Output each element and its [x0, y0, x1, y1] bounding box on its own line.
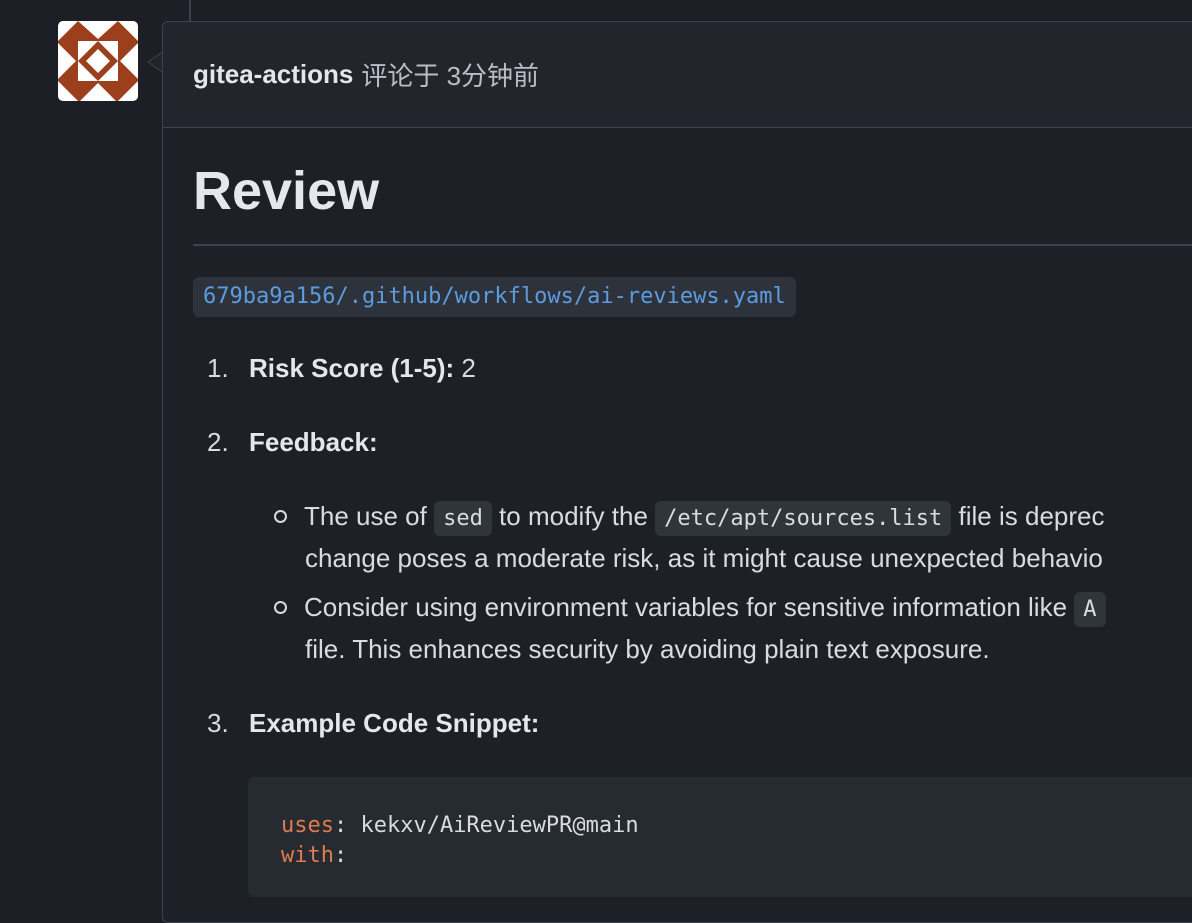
bullet-circle-icon — [274, 600, 287, 614]
feedback-label: Feedback: — [249, 427, 378, 457]
bullet-text: file. This enhances security by avoiding… — [305, 634, 990, 664]
bullet-text: change poses a moderate risk, as it migh… — [305, 543, 1103, 573]
inline-code: /etc/apt/sources.list — [655, 501, 952, 536]
list-number: 3. — [207, 708, 229, 738]
risk-score-label: Risk Score (1-5): — [249, 353, 455, 383]
bullet-text: file is deprec — [951, 501, 1105, 531]
comment-timestamp[interactable]: 评论于 3分钟前 — [361, 56, 539, 93]
example-code-label: Example Code Snippet: — [249, 708, 540, 738]
list-number: 2. — [207, 427, 229, 457]
timeline-line — [189, 0, 191, 22]
list-number: 1. — [207, 353, 229, 383]
list-item-feedback: 2. Feedback: — [207, 421, 378, 463]
code-key: uses — [281, 813, 334, 838]
comment-header: gitea-actions 评论于 3分钟前 — [163, 22, 1192, 128]
feedback-bullet-1: The use of sed to modify the /etc/apt/so… — [274, 495, 1104, 540]
comment-author[interactable]: gitea-actions — [193, 59, 353, 90]
feedback-bullet-2: Consider using environment variables for… — [274, 586, 1106, 631]
code-key: with — [281, 843, 334, 868]
bullet-circle-icon — [274, 509, 287, 523]
inline-code: sed — [434, 501, 492, 536]
inline-code: A — [1074, 592, 1106, 627]
feedback-bullet-1-line-2: change poses a moderate risk, as it migh… — [305, 537, 1103, 579]
code-text: : kekxv/AiReviewPR@main — [333, 813, 639, 838]
list-item-risk-score: 1. Risk Score (1-5): 2 — [207, 347, 476, 389]
comment-body: Review 679ba9a156/.github/workflows/ai-r… — [163, 128, 1192, 317]
list-item-example-code: 3. Example Code Snippet: — [207, 702, 539, 744]
review-title: Review — [193, 128, 1192, 246]
bullet-text: Consider using environment variables for… — [304, 592, 1075, 622]
code-snippet-block: uses: kekxv/AiReviewPR@main with: — [248, 777, 1192, 897]
bullet-text: The use of — [304, 501, 435, 531]
bullet-text: to modify the — [491, 501, 656, 531]
file-reference-link[interactable]: 679ba9a156/.github/workflows/ai-reviews.… — [193, 277, 796, 317]
code-text: : — [333, 843, 348, 868]
identicon-avatar-icon — [58, 21, 138, 101]
risk-score-value: 2 — [454, 353, 476, 383]
comment-pointer — [147, 52, 162, 72]
author-avatar[interactable] — [58, 21, 138, 101]
feedback-bullet-2-line-2: file. This enhances security by avoiding… — [305, 628, 990, 670]
